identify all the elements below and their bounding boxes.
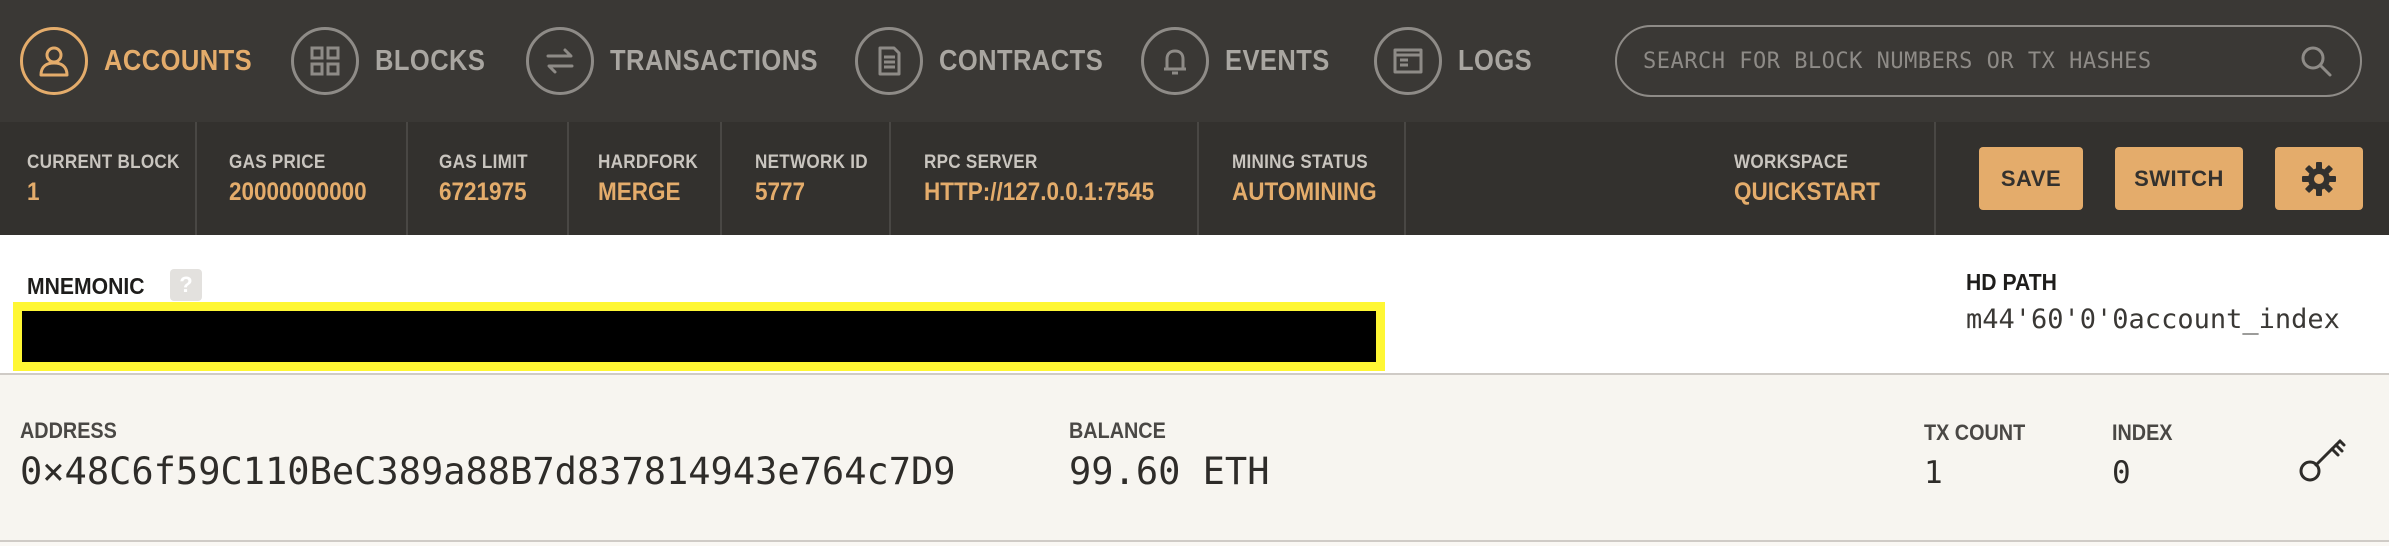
stat-value: MERGE [598,178,681,206]
address-label: ADDRESS [20,418,117,443]
stat-label: NETWORK ID [755,152,868,173]
tab-logs[interactable]: LOGS [1374,0,1542,122]
stat-value: QUICKSTART [1734,178,1880,206]
search-bar [1615,25,2362,97]
tab-label: ACCOUNTS [104,44,253,77]
blocks-grid-icon [291,27,359,95]
arrows-exchange-icon [526,27,594,95]
terminal-icon [1374,27,1442,95]
stat-hardfork: HARDFORK MERGE [569,122,722,235]
mnemonic-label: MNEMONIC [27,273,145,299]
stat-rpc-server: RPC SERVER HTTP://127.0.0.1:7545 [891,122,1199,235]
address-value: 0×48C6f59C110BeC389a88B7d837814943e764c7… [20,450,956,493]
tx-count-label: TX COUNT [1924,420,2026,445]
stat-mining-status: MINING STATUS AUTOMINING [1199,122,1406,235]
stat-label: GAS PRICE [229,152,326,173]
tab-label: LOGS [1458,44,1533,77]
stat-label: CURRENT BLOCK [27,152,180,173]
stat-label: WORKSPACE [1734,152,1849,173]
tab-label: BLOCKS [375,44,486,77]
person-icon [20,27,88,95]
index-value: 0 [2112,455,2131,491]
tab-label: EVENTS [1225,44,1330,77]
hd-path-value: m44'60'0'0account_index [1966,304,2340,335]
mnemonic-panel: MNEMONIC ? HD PATH m44'60'0'0account_ind… [0,235,2389,375]
switch-button[interactable]: SWITCH [2115,147,2243,210]
key-icon[interactable] [2296,431,2350,485]
document-icon [855,27,923,95]
tab-blocks[interactable]: BLOCKS [291,0,500,122]
stat-value: HTTP://127.0.0.1:7545 [924,178,1155,206]
tab-transactions[interactable]: TRANSACTIONS [526,0,846,122]
stat-label: GAS LIMIT [439,152,528,173]
account-row[interactable]: ADDRESS 0×48C6f59C110BeC389a88B7d8378149… [0,375,2389,542]
bell-icon [1141,27,1209,95]
stat-value: AUTOMINING [1232,178,1377,206]
stat-network-id: NETWORK ID 5777 [722,122,891,235]
stat-gas-limit: GAS LIMIT 6721975 [408,122,569,235]
stat-value: 5777 [755,178,806,206]
search-icon[interactable] [2296,41,2336,81]
tab-contracts[interactable]: CONTRACTS [855,0,1126,122]
stat-label: MINING STATUS [1232,152,1368,173]
top-navigation: ACCOUNTS BLOCKS TRANSACTIONS CONTRACTS E… [0,0,2389,122]
stat-label: HARDFORK [598,152,699,173]
status-bar: CURRENT BLOCK 1 GAS PRICE 20000000000 GA… [0,122,2389,235]
balance-value: 99.60 ETH [1069,450,1270,493]
stat-workspace: WORKSPACE QUICKSTART [1706,122,1936,235]
tab-accounts[interactable]: ACCOUNTS [20,0,272,122]
tab-label: TRANSACTIONS [610,44,819,77]
stat-current-block: CURRENT BLOCK 1 [0,122,197,235]
stat-value: 6721975 [439,178,527,206]
help-icon[interactable]: ? [170,269,202,301]
stat-value: 1 [27,178,40,206]
balance-label: BALANCE [1069,418,1166,443]
save-button[interactable]: SAVE [1979,147,2083,210]
tx-count-value: 1 [1924,455,1943,491]
tab-events[interactable]: EVENTS [1141,0,1344,122]
hd-path-label: HD PATH [1966,269,2057,295]
stat-gas-price: GAS PRICE 20000000000 [197,122,408,235]
mnemonic-redacted-value [13,302,1385,371]
search-input[interactable] [1641,47,2296,75]
tab-label: CONTRACTS [939,44,1104,77]
settings-button[interactable] [2275,147,2363,210]
stat-value: 20000000000 [229,178,367,206]
gear-icon [2302,161,2336,196]
index-label: INDEX [2112,420,2173,445]
stat-label: RPC SERVER [924,152,1038,173]
